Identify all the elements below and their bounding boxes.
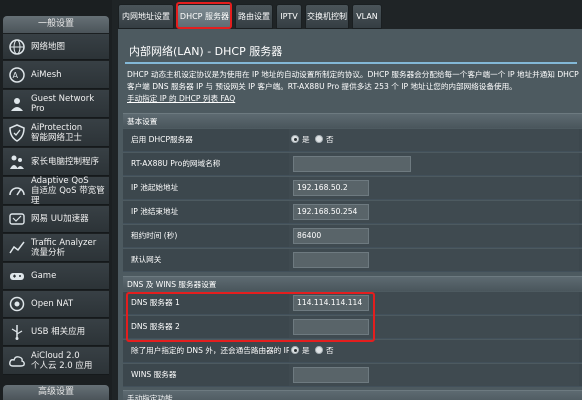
- enable-dhcp-label: 启用 DHCP服务器: [131, 135, 193, 144]
- domain-name-label: RT-AX88U Pro的网域名称: [131, 159, 221, 168]
- default-gateway-cell: [289, 249, 579, 271]
- wins-server-cell: [289, 364, 579, 386]
- wins-server-label: WINS 服务器: [131, 370, 177, 379]
- guest-network-icon: [6, 93, 28, 115]
- advertise-no-radio[interactable]: [315, 346, 323, 354]
- usb-icon: [6, 321, 28, 343]
- sidebar-item-aiprotection[interactable]: AiProtection 智能网络卫士: [3, 119, 109, 147]
- sidebar-item-usb[interactable]: USB 相关应用: [3, 319, 109, 346]
- sidebar-item-label: Guest Network Pro: [31, 93, 95, 114]
- traffic-analyzer-icon: [6, 237, 28, 259]
- sidebar-item-traffic-analyzer[interactable]: Traffic Analyzer 流量分析: [3, 234, 109, 262]
- sidebar-advanced-header: 高级设置: [3, 385, 109, 400]
- row-ip-pool-end: IP 池结束地址 192.168.50.254: [123, 201, 582, 224]
- description-text: DHCP 动态主机设定协议是为使用在 IP 地址的自动设置所制定的协议。DHCP…: [127, 70, 579, 91]
- section-dns-wins: DNS 及 WINS 服务器设置: [123, 276, 582, 291]
- page-title: 内部网络(LAN) - DHCP 服务器: [129, 45, 283, 58]
- advertise-router-ip-cell: 是 否: [289, 340, 579, 362]
- tab-vlan[interactable]: VLAN: [352, 4, 382, 29]
- sidebar-header: 一般设置: [3, 16, 109, 33]
- gamepad-icon: [6, 265, 28, 287]
- sidebar-item-label: AiProtection 智能网络卫士: [31, 122, 83, 143]
- svg-text:A: A: [13, 71, 19, 80]
- row-enable-dhcp: 启用 DHCP服务器 是 否: [123, 129, 582, 152]
- sidebar-item-label: 网易 UU加速器: [31, 214, 89, 224]
- ip-pool-end-label: IP 池结束地址: [131, 207, 179, 216]
- domain-name-input[interactable]: [293, 156, 411, 172]
- sidebar-item-game[interactable]: Game: [3, 263, 109, 290]
- sidebar-item-guest-network[interactable]: Guest Network Pro: [3, 90, 109, 118]
- enable-dhcp-no-label: 否: [326, 135, 334, 144]
- tab-route[interactable]: 路由设置: [235, 4, 273, 29]
- advertise-router-ip-label: 除了用户指定的 DNS 外，还会通告路由器的 IP: [131, 346, 291, 355]
- row-ip-pool-start: IP 池起始地址 192.168.50.2: [123, 177, 582, 200]
- ip-pool-start-input[interactable]: 192.168.50.2: [293, 180, 369, 196]
- sidebar-item-uu-accelerator[interactable]: 网易 UU加速器: [3, 206, 109, 233]
- advertise-yes-radio[interactable]: [291, 346, 299, 354]
- sidebar-item-label: Traffic Analyzer 流量分析: [31, 237, 97, 258]
- ip-pool-start-cell: 192.168.50.2: [289, 177, 579, 199]
- dns-fields-highlight: [126, 292, 375, 342]
- page-description: DHCP 动态主机设定协议是为使用在 IP 地址的自动设置所制定的协议。DHCP…: [127, 69, 579, 105]
- advertise-yes-label: 是: [302, 346, 310, 355]
- lease-time-cell: 86400: [289, 225, 579, 247]
- lease-time-label: 租约时间 (秒): [131, 231, 178, 240]
- ip-pool-start-label: IP 池起始地址: [131, 183, 179, 192]
- sidebar-item-label: AiCloud 2.0 个人云 2.0 应用: [31, 350, 93, 371]
- sidebar-item-adaptive-qos[interactable]: Adaptive QoS 自适应 QoS 带宽管理: [3, 175, 109, 206]
- section-basic-settings: 基本设置: [123, 113, 582, 128]
- shield-icon: [6, 122, 28, 144]
- sidebar-item-open-nat[interactable]: Open NAT: [3, 291, 109, 318]
- sidebar-item-label: 家长电脑控制程序: [31, 156, 100, 167]
- cloud-icon: [6, 350, 28, 372]
- sidebar-item-parental-control[interactable]: 家长电脑控制程序: [3, 148, 109, 176]
- sidebar-item-network-map[interactable]: 网络地图: [3, 34, 109, 60]
- aimesh-icon: A: [6, 64, 28, 86]
- tab-lan-ip[interactable]: 内网地址设置: [118, 4, 174, 29]
- section-manual-assignment: 手动指定功能: [123, 390, 582, 400]
- enable-dhcp-value: 是 否: [289, 129, 579, 151]
- wins-server-input[interactable]: [293, 367, 369, 383]
- row-default-gateway: 默认网关: [123, 249, 582, 272]
- dhcp-faq-link[interactable]: 手动指定 IP 的 DHCP 列表 FAQ: [127, 94, 235, 103]
- default-gateway-label: 默认网关: [131, 255, 162, 264]
- open-nat-icon: [6, 293, 28, 315]
- row-domain-name: RT-AX88U Pro的网域名称: [123, 153, 582, 176]
- dhcp-tab-highlight: [176, 2, 232, 29]
- vpn-accelerator-icon: [6, 208, 28, 230]
- enable-dhcp-yes-label: 是: [302, 135, 310, 144]
- row-lease-time: 租约时间 (秒) 86400: [123, 225, 582, 248]
- ip-pool-end-input[interactable]: 192.168.50.254: [293, 204, 369, 220]
- tab-iptv[interactable]: IPTV: [276, 4, 302, 29]
- sidebar: 一般设置 网络地图 A AiMesh Guest Network Pro AiP…: [0, 0, 112, 400]
- default-gateway-input[interactable]: [293, 252, 369, 268]
- tab-switch-control[interactable]: 交换机控制: [305, 4, 349, 29]
- main-panel: 内部网络(LAN) - DHCP 服务器 DHCP 动态主机设定协议是为使用在 …: [118, 29, 582, 400]
- sidebar-item-aimesh[interactable]: A AiMesh: [3, 61, 109, 89]
- sidebar-item-label: USB 相关应用: [31, 327, 86, 337]
- sidebar-item-label: 网络地图: [31, 41, 66, 52]
- sidebar-item-label: Adaptive QoS 自适应 QoS 带宽管理: [31, 175, 105, 206]
- row-advertise-router-ip: 除了用户指定的 DNS 外，还会通告路由器的 IP 是 否: [123, 340, 582, 363]
- advertise-no-label: 否: [326, 346, 334, 355]
- row-wins-server: WINS 服务器: [123, 364, 582, 387]
- ip-pool-end-cell: 192.168.50.254: [289, 201, 579, 223]
- lease-time-input[interactable]: 86400: [293, 228, 369, 244]
- sidebar-item-label: Open NAT: [31, 299, 74, 309]
- enable-dhcp-no-radio[interactable]: [315, 135, 323, 143]
- speedometer-icon: [6, 180, 28, 202]
- family-icon: [6, 151, 28, 173]
- globe-network-icon: [6, 36, 28, 58]
- enable-dhcp-yes-radio[interactable]: [291, 135, 299, 143]
- domain-name-cell: [289, 153, 579, 175]
- sidebar-item-aicloud[interactable]: AiCloud 2.0 个人云 2.0 应用: [3, 347, 109, 375]
- title-divider: [125, 62, 577, 64]
- sidebar-item-label: Game: [31, 271, 57, 281]
- sidebar-item-label: AiMesh: [31, 69, 62, 80]
